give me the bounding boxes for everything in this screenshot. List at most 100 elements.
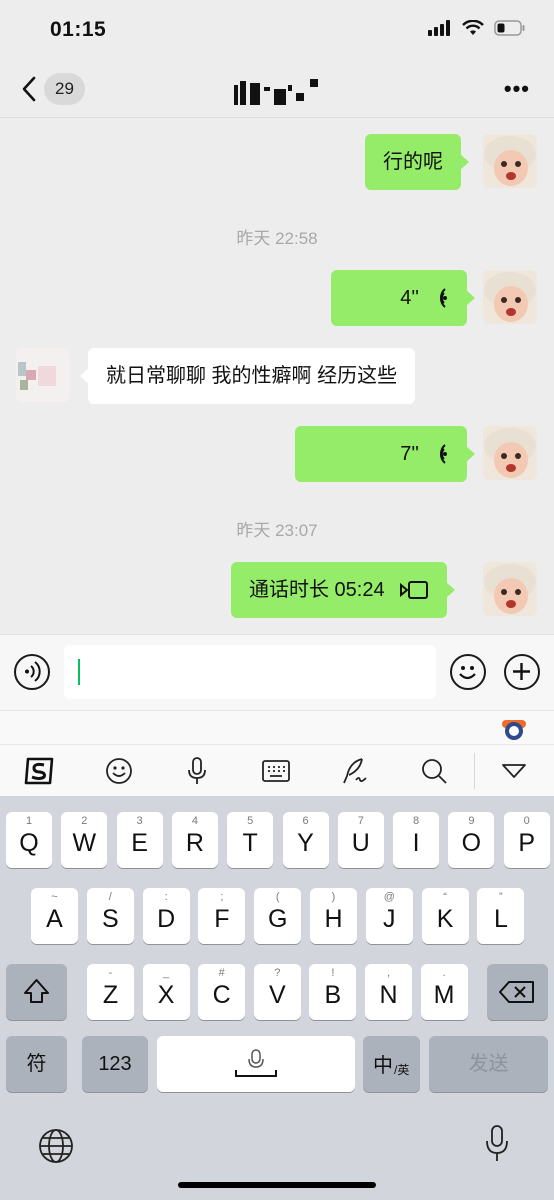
key-hint: 4 (191, 815, 198, 827)
mic-icon[interactable] (180, 755, 214, 787)
key-hint: ( (275, 891, 280, 903)
key-hint: # (218, 967, 225, 979)
number-key[interactable]: 123 (82, 1036, 148, 1092)
sogou-icon[interactable] (22, 755, 56, 787)
emoji-icon[interactable] (102, 755, 136, 787)
send-key[interactable]: 发送 (429, 1036, 548, 1092)
voice-wave-icon (439, 288, 447, 308)
call-duration-text: 通话时长 05:24 (249, 579, 385, 601)
key-d[interactable]: :D (142, 888, 190, 944)
unread-badge[interactable]: 29 (44, 73, 85, 105)
space-key[interactable] (157, 1036, 355, 1092)
key-p[interactable]: 0P (503, 812, 550, 868)
plus-icon[interactable] (504, 654, 540, 690)
key-h[interactable]: ) H (310, 888, 357, 944)
my-avatar[interactable] (483, 562, 537, 616)
key-hint: 3 (136, 815, 143, 827)
collapse-icon[interactable] (497, 755, 531, 787)
key-letter: Z (102, 981, 119, 1009)
key-letter: B (324, 981, 342, 1009)
shift-key[interactable] (6, 964, 67, 1020)
key-letter: O (461, 829, 482, 857)
timestamp: 昨天 22:58 (236, 229, 318, 248)
contact-avatar[interactable] (16, 348, 70, 402)
message-input[interactable] (64, 645, 436, 699)
key-i[interactable]: 8I (393, 812, 440, 868)
call-record-bubble[interactable]: 通话时长 05:24 (231, 562, 455, 618)
chat-history: 行的呢 昨天 22:58 4'' 就日常聊聊 我的性癖啊 经历这些 7'' 昨天… (0, 118, 554, 634)
key-letter: L (493, 905, 508, 933)
my-avatar[interactable] (483, 426, 537, 480)
keyboard-icon[interactable] (259, 755, 293, 787)
key-letter: X (157, 981, 175, 1009)
handwriting-icon[interactable] (338, 755, 372, 787)
key-s[interactable]: / S (86, 888, 134, 944)
key-v[interactable]: ? V (253, 964, 301, 1020)
space-mic-icon (235, 1049, 277, 1077)
more-icon[interactable]: ••• (504, 76, 530, 102)
key-hint: : (164, 891, 168, 903)
key-hint: ~ (51, 891, 58, 903)
voice-duration: 4'' (400, 287, 419, 309)
key-o[interactable]: 9O (448, 812, 495, 868)
key-e[interactable]: 3E (116, 812, 163, 868)
key-b[interactable]: ! B (309, 964, 357, 1020)
backspace-key[interactable] (487, 964, 548, 1020)
voice-message-sent[interactable]: 4'' (331, 270, 475, 326)
emoji-icon[interactable] (450, 654, 486, 690)
contact-name-redacted (234, 79, 318, 105)
key-y[interactable]: 6Y (282, 812, 329, 868)
key-letter: A (46, 905, 63, 933)
voice-wave-icon (439, 444, 447, 464)
voice-message-sent[interactable]: 7'' (295, 426, 475, 482)
keyboard-toolbar (0, 744, 554, 796)
key-u[interactable]: 7U (337, 812, 384, 868)
chat-header: 29 ••• (0, 60, 554, 118)
key-r[interactable]: 4R (171, 812, 218, 868)
key-q[interactable]: 1Q (6, 812, 52, 868)
key-letter: Y (297, 829, 314, 857)
key-f[interactable]: ; F (198, 888, 246, 944)
blurred-avatar-icon (16, 348, 70, 402)
key-hint: 5 (247, 815, 254, 827)
search-icon[interactable] (417, 755, 451, 787)
key-letter: D (157, 905, 176, 933)
key-m[interactable]: .M (420, 964, 468, 1020)
key-letter: N (379, 981, 398, 1009)
baby-photo-icon (483, 134, 537, 188)
lang-label: 中 (373, 1055, 393, 1077)
key-g[interactable]: (G (254, 888, 302, 944)
key-hint: 1 (25, 815, 33, 827)
back-icon[interactable] (18, 74, 42, 104)
key-k[interactable]: “K (421, 888, 469, 944)
key-n[interactable]: ,N (365, 964, 412, 1020)
message-bubble-sent[interactable]: 行的呢 (365, 134, 469, 190)
key-a[interactable]: ~ A (31, 888, 78, 944)
message-bubble-received[interactable]: 就日常聊聊 我的性癖啊 经历这些 (79, 348, 416, 404)
key-w[interactable]: 2W (61, 812, 108, 868)
key-j[interactable]: @ J (365, 888, 413, 944)
globe-icon[interactable] (38, 1128, 74, 1164)
key-letter: T (242, 829, 258, 857)
my-avatar[interactable] (483, 270, 537, 324)
voice-toggle-icon[interactable] (14, 654, 50, 690)
key-hint: . (442, 967, 446, 979)
key-t[interactable]: 5T (227, 812, 274, 868)
key-c[interactable]: # C (198, 964, 246, 1020)
symbol-key[interactable]: 符 (6, 1036, 67, 1092)
key-hint: 9 (468, 815, 475, 827)
key-hint: / (108, 891, 112, 903)
key-z[interactable]: -Z (87, 964, 134, 1020)
key-letter: U (351, 829, 370, 857)
key-letter: K (436, 905, 454, 933)
key-l[interactable]: ” L (477, 888, 525, 944)
dictation-mic-icon[interactable] (484, 1124, 510, 1164)
ime-mascot-icon[interactable] (500, 715, 528, 741)
language-switch-key[interactable]: 中 /英 (363, 1036, 420, 1092)
key-hint: , (386, 967, 391, 979)
my-avatar[interactable] (483, 134, 537, 188)
key-x[interactable]: _ X (142, 964, 190, 1020)
key-hint: “ (443, 891, 447, 903)
home-indicator[interactable] (178, 1182, 376, 1188)
backspace-icon (499, 981, 534, 1003)
